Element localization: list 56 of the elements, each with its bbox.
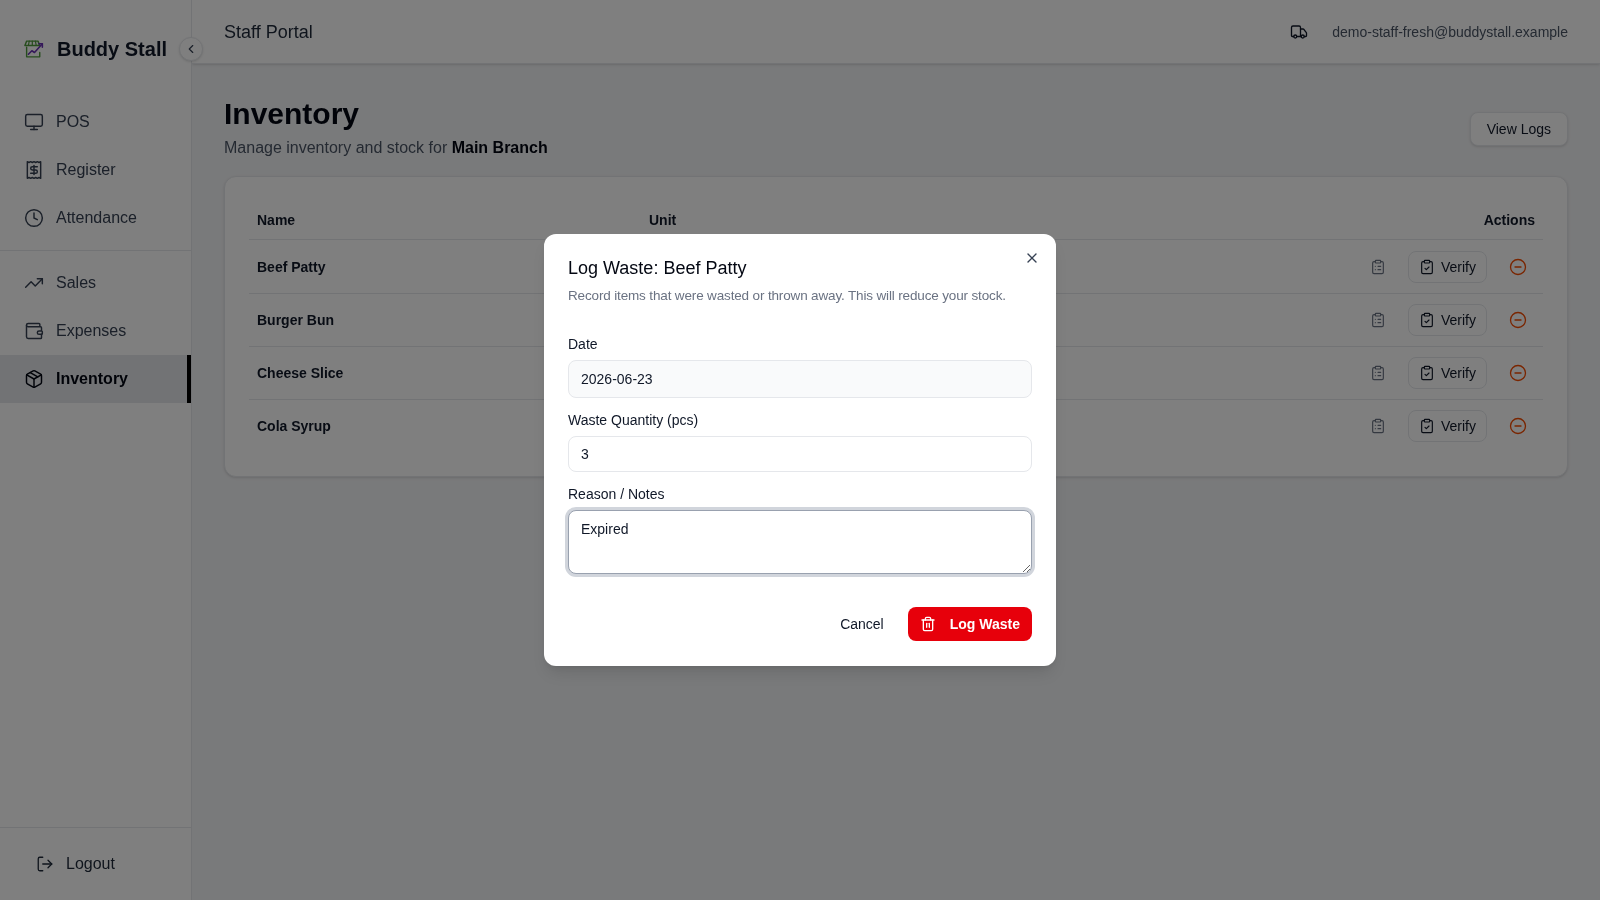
nav-item[interactable]: Register [0, 146, 191, 194]
field-label: Date [568, 335, 599, 354]
nav-item[interactable]: POS [0, 98, 191, 146]
view-logs-button[interactable]: View Logs [1469, 112, 1568, 146]
truck-icon[interactable] [1290, 22, 1309, 41]
minus-circle-icon[interactable] [1509, 364, 1527, 382]
verify-button[interactable]: Verify [1408, 357, 1487, 389]
clipboard-check-icon [1419, 258, 1435, 275]
verify-button[interactable]: Verify [1408, 250, 1487, 283]
verify-button[interactable]: Verify [1408, 304, 1487, 336]
notes-field[interactable]: Expired [568, 510, 1032, 574]
nav-item[interactable]: Sales [0, 259, 191, 307]
user-email: demo-staff-fresh@buddystall.example [1332, 22, 1568, 42]
clipboard-list-icon[interactable] [1370, 258, 1386, 275]
clipboard-check-icon [1419, 418, 1435, 434]
nav-item[interactable]: Expenses [0, 307, 191, 355]
page-title: Inventory [224, 96, 361, 132]
clipboard-check-icon [1419, 312, 1435, 328]
item-name: Beef Patty [257, 258, 326, 275]
dialog-title: Log Waste: Beef Patty [568, 257, 748, 280]
cancel-button[interactable]: Cancel [824, 606, 900, 642]
brand-name: Buddy Stall [57, 37, 167, 62]
nav-item[interactable]: Attendance [0, 194, 191, 242]
field-label: Reason / Notes [568, 485, 666, 504]
wallet-icon [24, 321, 44, 341]
trash-icon [919, 616, 936, 632]
clipboard-list-icon[interactable] [1370, 418, 1386, 434]
nav-item[interactable]: Inventory [0, 355, 191, 403]
clock-icon [24, 208, 44, 228]
verify-button[interactable]: Verify [1408, 410, 1487, 442]
minus-circle-icon[interactable] [1509, 257, 1527, 276]
page-subtitle: Manage inventory and stock for Main Branch [224, 138, 548, 158]
clipboard-list-icon[interactable] [1370, 312, 1386, 328]
dialog-description: Record items that were wasted or thrown away. This will reduce your stock. [568, 287, 1007, 305]
minus-circle-icon[interactable] [1509, 417, 1527, 435]
clipboard-list-icon[interactable] [1370, 365, 1386, 381]
storefront-chart-icon [24, 38, 45, 60]
item-name: Cheese Slice [257, 365, 344, 381]
quantity-field[interactable]: 3 [568, 436, 1032, 472]
date-field[interactable]: 2026-06-23 [568, 360, 1032, 398]
portal-title: Staff Portal [224, 20, 313, 44]
logout-icon [36, 855, 54, 873]
collapse-button[interactable] [179, 37, 203, 61]
column-header: Name [257, 211, 296, 228]
logout-link[interactable]: Logout [36, 852, 115, 876]
receipt-icon [24, 160, 44, 180]
box-icon [24, 369, 44, 389]
column-header: Unit [649, 211, 677, 228]
item-name: Burger Bun [257, 312, 334, 328]
item-name: Cola Syrup [257, 418, 331, 434]
column-header: Actions [1483, 211, 1535, 228]
clipboard-check-icon [1419, 365, 1435, 381]
log-waste-button[interactable]: Log Waste [907, 607, 1032, 641]
monitor-icon [24, 112, 44, 132]
field-label: Waste Quantity (pcs) [568, 411, 700, 430]
minus-circle-icon[interactable] [1509, 311, 1527, 329]
